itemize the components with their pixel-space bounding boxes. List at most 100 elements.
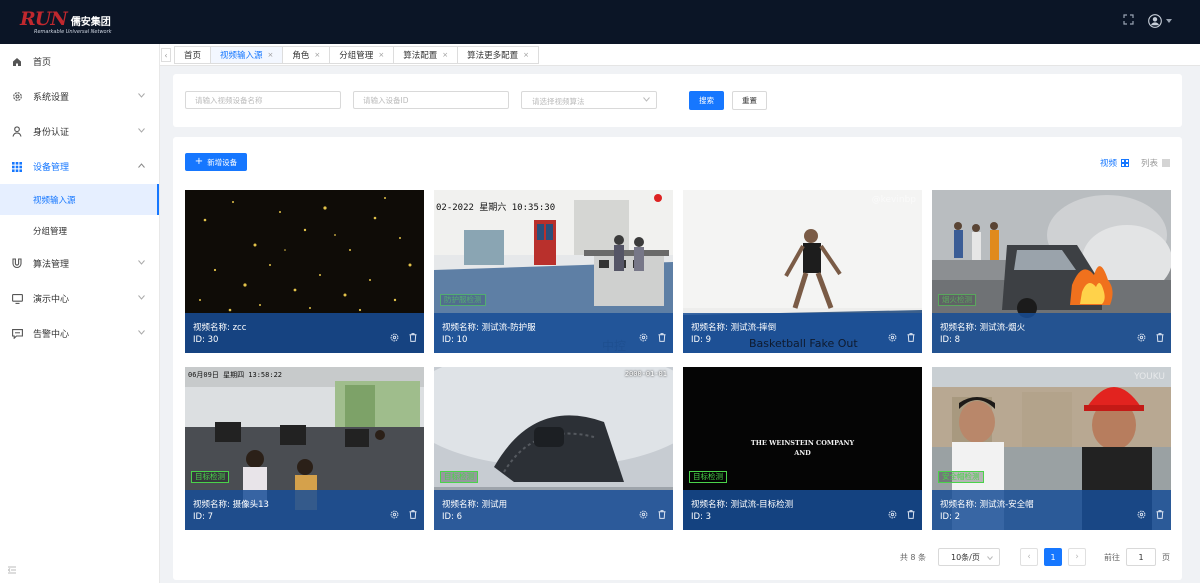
user-avatar-icon[interactable] xyxy=(1148,14,1172,28)
card-info-bar: 视频名称: 测试流-目标检测 ID: 3 xyxy=(683,490,922,530)
close-icon[interactable]: × xyxy=(442,51,448,59)
sidebar-item-system-settings[interactable]: 系统设置 xyxy=(0,79,159,114)
card-video-id: ID: 8 xyxy=(940,335,961,345)
sidebar-item-label: 视频输入源 xyxy=(33,195,76,206)
settings-icon[interactable] xyxy=(390,510,399,519)
sidebar-subitem-video-source[interactable]: 视频输入源 xyxy=(0,184,159,215)
sidebar-subitem-group-management[interactable]: 分组管理 xyxy=(0,215,159,246)
tab-label: 首页 xyxy=(184,51,202,61)
chevron-down-icon xyxy=(987,556,993,560)
top-bar: RUN 儒安集团 Remarkable Universal Network xyxy=(0,0,1200,44)
device-id-field[interactable] xyxy=(354,92,508,108)
settings-icon[interactable] xyxy=(1137,510,1146,519)
algorithm-badge: 安全帽检测 xyxy=(938,471,984,483)
menu-collapse-icon[interactable] xyxy=(7,566,16,577)
card-info-bar: 视频名称: 测试流-防护服 ID: 10 xyxy=(434,313,673,353)
close-icon[interactable]: × xyxy=(523,51,529,59)
tab-group-management[interactable]: 分组管理 × xyxy=(329,46,394,64)
delete-icon[interactable] xyxy=(658,333,666,342)
search-panel: 请选择视频算法 搜索 重置 xyxy=(173,74,1182,127)
card-video-name: 视频名称: 测试用 xyxy=(442,500,508,510)
algorithm-badge: 目标检测 xyxy=(689,471,727,483)
chevron-down-icon xyxy=(643,97,650,102)
video-caption: Basketball Fake Out xyxy=(749,337,858,350)
view-toggle-label: 视频 xyxy=(1099,159,1117,169)
search-button[interactable]: 搜索 xyxy=(689,91,724,110)
card-info-bar: 视频名称: 测试流-安全帽 ID: 2 xyxy=(932,490,1171,530)
card-info-bar: 视频名称: 摄像头13 ID: 7 xyxy=(185,490,424,530)
reset-button[interactable]: 重置 xyxy=(732,91,767,110)
device-id-input[interactable] xyxy=(353,91,509,109)
device-card[interactable]: 06月09日 星期四 13:58:22 目标检测 视频名称: 摄像头13 ID:… xyxy=(185,367,424,530)
grid-icon xyxy=(11,161,23,173)
card-video-id: ID: 6 xyxy=(442,512,463,522)
sidebar-item-algorithm[interactable]: 算法管理 xyxy=(0,246,159,281)
sidebar-item-home[interactable]: 首页 xyxy=(0,44,159,79)
device-name-field[interactable] xyxy=(186,92,340,108)
settings-icon[interactable] xyxy=(639,510,648,519)
settings-icon[interactable] xyxy=(390,333,399,342)
video-title-text: THE WEINSTEIN COMPANY xyxy=(750,439,855,447)
video-watermark: @kevinbp xyxy=(871,195,916,205)
tabs-scroll-left-icon[interactable]: ‹ xyxy=(161,48,171,62)
device-card[interactable]: 烟火检测 视频名称: 测试流-烟火 ID: 8 xyxy=(932,190,1171,353)
chevron-down-icon xyxy=(1166,19,1172,23)
goto-label: 前往 xyxy=(1104,552,1120,562)
device-card[interactable]: 视频名称: zcc ID: 30 xyxy=(185,190,424,353)
magnet-icon xyxy=(11,258,23,270)
device-card[interactable]: THE WEINSTEIN COMPANY AND 目标检测 视频名称: 测试流… xyxy=(683,367,922,530)
device-card[interactable]: YOUKU 安全帽检测 视频名称: 测试流-安全帽 ID: 2 xyxy=(932,367,1171,530)
expand-icon[interactable] xyxy=(1123,14,1134,28)
settings-icon[interactable] xyxy=(888,510,897,519)
device-list-panel: + 新增设备 视频 列表 视频名称: zcc ID: 30 02-2022 星期… xyxy=(173,137,1182,580)
algorithm-select[interactable]: 请选择视频算法 xyxy=(521,91,657,109)
close-icon[interactable]: × xyxy=(314,51,320,59)
sidebar-item-demo-center[interactable]: 演示中心 xyxy=(0,281,159,316)
home-icon xyxy=(11,56,23,68)
tab-algorithm-more-config[interactable]: 算法更多配置 × xyxy=(457,46,539,64)
device-card[interactable]: @kevinbp 视频名称: 测试流-摔倒 ID: 9 Basketball F… xyxy=(683,190,922,353)
sidebar-item-label: 告警中心 xyxy=(33,330,70,340)
device-name-input[interactable] xyxy=(185,91,341,109)
card-video-name: 视频名称: 摄像头13 xyxy=(193,500,269,510)
chat-icon xyxy=(11,328,23,340)
sidebar-item-device-management[interactable]: 设备管理 xyxy=(0,149,159,184)
device-card[interactable]: 中控 02-2022 星期六 10:35:30 防护服检测 视频名称: 测试流-… xyxy=(434,190,673,353)
delete-icon[interactable] xyxy=(907,510,915,519)
select-placeholder: 请选择视频算法 xyxy=(532,97,585,106)
prev-page-button[interactable]: ‹ xyxy=(1020,548,1038,566)
settings-icon[interactable] xyxy=(639,333,648,342)
goto-page-input[interactable]: 1 xyxy=(1126,548,1156,566)
settings-icon[interactable] xyxy=(1137,333,1146,342)
delete-icon[interactable] xyxy=(1156,510,1164,519)
delete-icon[interactable] xyxy=(409,333,417,342)
tabs-bar: ‹ 首页 视频输入源 × 角色 × 分组管理 × 算法配置 × 算法更多配置 × xyxy=(160,44,1200,66)
sidebar-item-alarm-center[interactable]: 告警中心 xyxy=(0,316,159,351)
brand-tagline: Remarkable Universal Network xyxy=(34,29,112,35)
tab-role[interactable]: 角色 × xyxy=(282,46,330,64)
algorithm-badge: 目标检测 xyxy=(440,471,478,483)
page-number-current[interactable]: 1 xyxy=(1044,548,1062,566)
brand-logo[interactable]: RUN 儒安集团 Remarkable Universal Network xyxy=(20,8,112,35)
tab-video-source[interactable]: 视频输入源 × xyxy=(210,46,283,64)
algorithm-badge: 防护服检测 xyxy=(440,294,486,306)
add-device-button[interactable]: + 新增设备 xyxy=(185,153,247,171)
tab-label: 分组管理 xyxy=(339,51,374,61)
list-view-toggle[interactable]: 列表 xyxy=(1141,157,1170,169)
delete-icon[interactable] xyxy=(409,510,417,519)
algorithm-badge: 目标检测 xyxy=(191,471,229,483)
delete-icon[interactable] xyxy=(907,333,915,342)
close-icon[interactable]: × xyxy=(378,51,384,59)
tab-home[interactable]: 首页 xyxy=(174,46,211,64)
video-view-toggle[interactable]: 视频 xyxy=(1100,157,1129,169)
next-page-button[interactable]: › xyxy=(1068,548,1086,566)
delete-icon[interactable] xyxy=(658,510,666,519)
page-size-select[interactable]: 10条/页 xyxy=(938,548,1000,566)
settings-icon[interactable] xyxy=(888,333,897,342)
tab-algorithm-config[interactable]: 算法配置 × xyxy=(393,46,458,64)
device-card[interactable]: 2000-01-01 目标检测 视频名称: 测试用 ID: 6 xyxy=(434,367,673,530)
close-icon[interactable]: × xyxy=(268,51,274,59)
delete-icon[interactable] xyxy=(1156,333,1164,342)
chevron-down-icon xyxy=(138,93,145,98)
sidebar-item-identity[interactable]: 身份认证 xyxy=(0,114,159,149)
